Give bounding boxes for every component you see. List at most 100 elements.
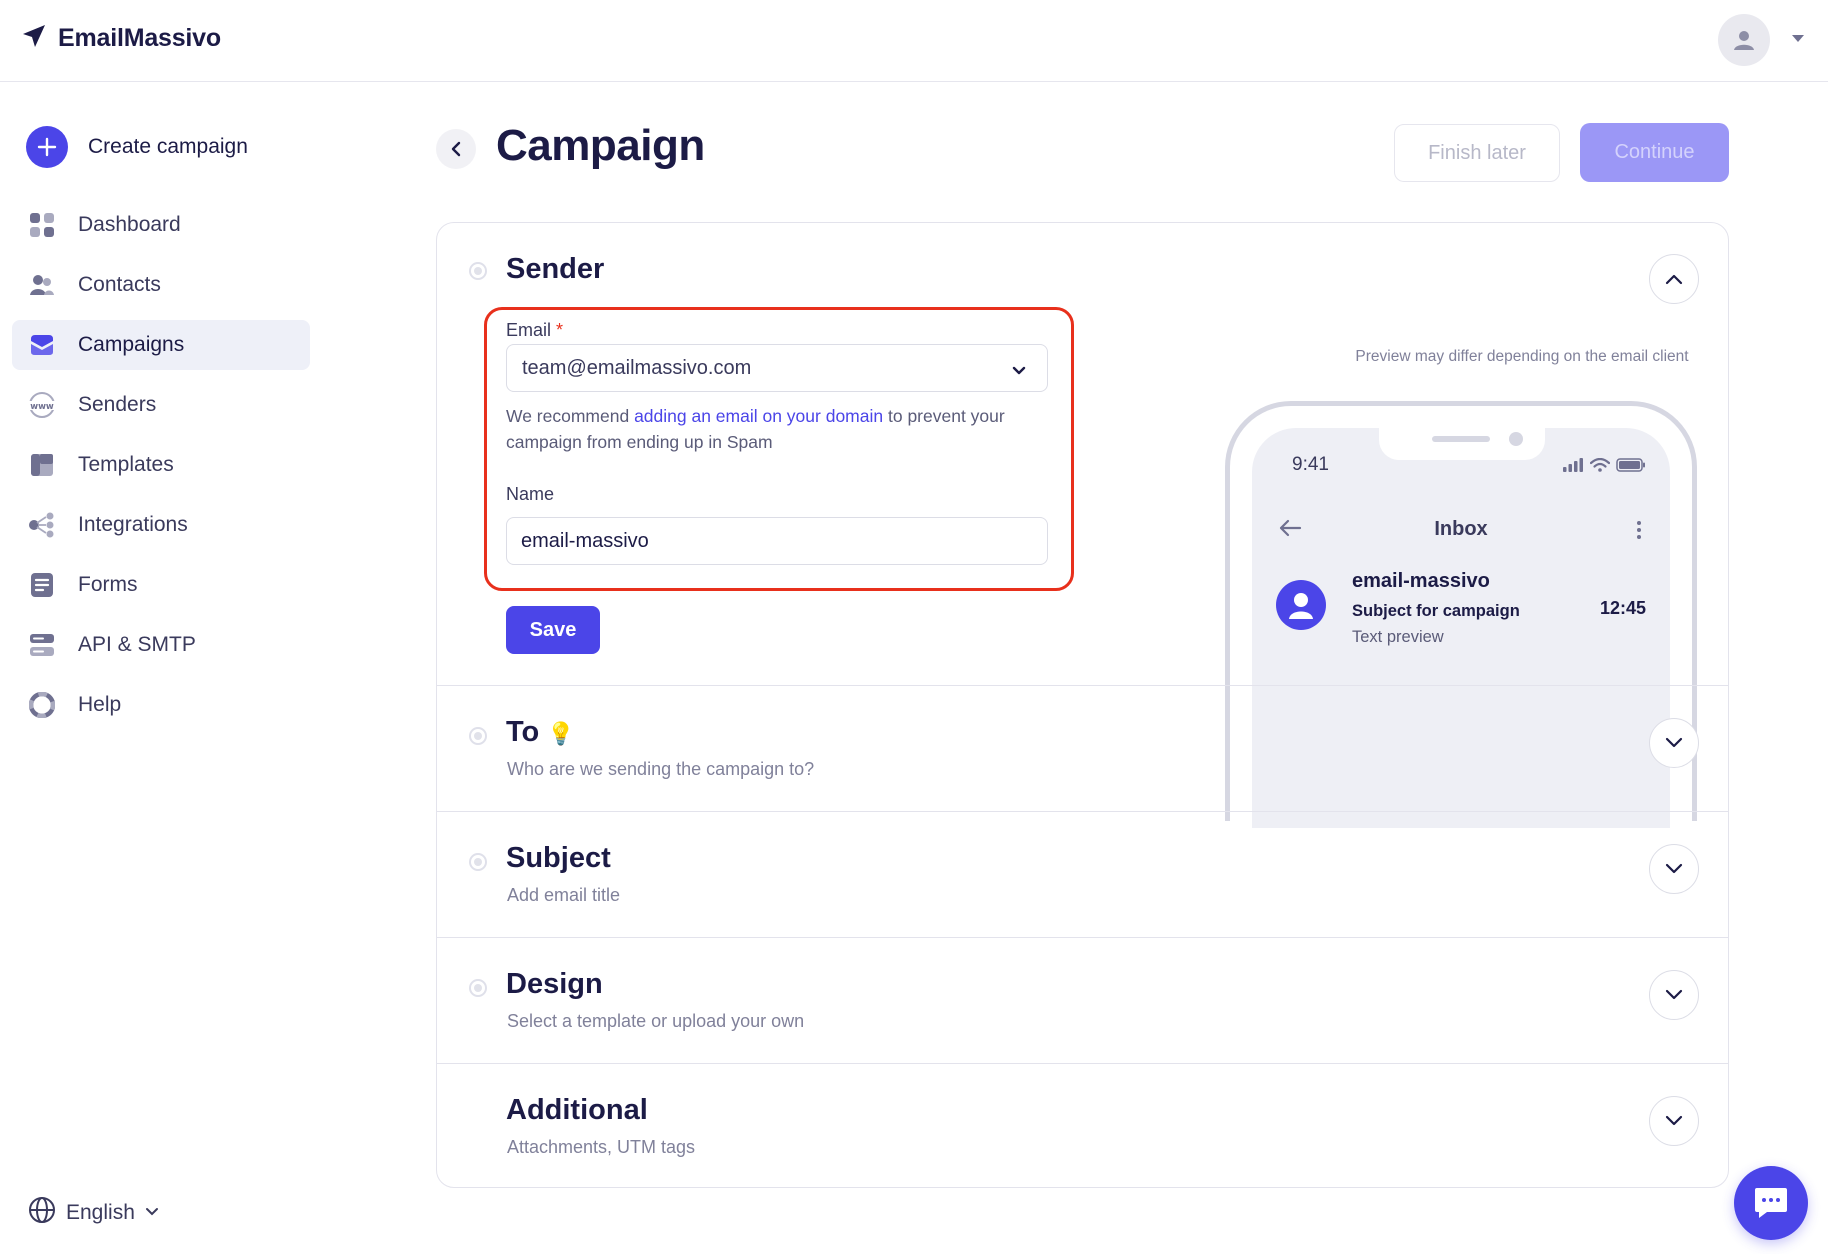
integrations-icon bbox=[28, 511, 56, 539]
wifi-icon bbox=[1590, 458, 1610, 472]
sidebar-item-label: Senders bbox=[78, 393, 157, 416]
save-button[interactable]: Save bbox=[506, 606, 600, 654]
page-title: Campaign bbox=[496, 121, 705, 170]
sidebar-item-api-smtp[interactable]: API & SMTP bbox=[12, 620, 310, 670]
dashboard-icon bbox=[28, 211, 56, 239]
lifebuoy-icon bbox=[28, 691, 56, 719]
chevron-down-icon bbox=[1665, 1115, 1683, 1126]
step-indicator bbox=[469, 262, 487, 280]
language-selector[interactable]: English bbox=[28, 1196, 159, 1229]
name-label: Name bbox=[506, 484, 555, 504]
sidebar-item-label: Integrations bbox=[78, 513, 188, 536]
chevron-down-icon bbox=[1665, 989, 1683, 1000]
sidebar-item-label: API & SMTP bbox=[78, 633, 196, 656]
expand-to-button[interactable] bbox=[1649, 718, 1699, 768]
phone-notch bbox=[1379, 426, 1545, 460]
additional-subtitle: Attachments, UTM tags bbox=[507, 1137, 696, 1157]
mail-from: email-massivo bbox=[1352, 570, 1490, 592]
sidebar-item-dashboard[interactable]: Dashboard bbox=[12, 200, 310, 250]
create-campaign-button[interactable]: Create campaign bbox=[26, 126, 248, 168]
server-icon bbox=[28, 631, 56, 659]
to-title-text: To bbox=[506, 716, 540, 748]
mail-time: 12:45 bbox=[1599, 598, 1646, 618]
chevron-down-icon bbox=[1665, 863, 1683, 874]
lightbulb-icon: 💡 bbox=[547, 721, 575, 746]
design-title: Design bbox=[506, 968, 603, 1000]
campaign-card: Sender Email * team@emailmassivo.com We … bbox=[436, 222, 1729, 1188]
subject-subtitle: Add email title bbox=[507, 885, 621, 905]
sidebar-nav: Dashboard Contacts Campaigns www Senders… bbox=[12, 200, 310, 740]
sidebar-item-integrations[interactable]: Integrations bbox=[12, 500, 310, 550]
chat-icon bbox=[1755, 1188, 1787, 1218]
sidebar-item-contacts[interactable]: Contacts bbox=[12, 260, 310, 310]
chevron-down-icon bbox=[1011, 360, 1027, 383]
www-icon: www bbox=[28, 391, 56, 419]
to-section[interactable]: To 💡 Who are we sending the campaign to? bbox=[437, 685, 1728, 811]
create-campaign-label: Create campaign bbox=[88, 135, 248, 158]
sender-avatar bbox=[1276, 580, 1326, 630]
expand-subject-button[interactable] bbox=[1649, 844, 1699, 894]
forms-icon bbox=[28, 571, 56, 599]
email-select[interactable]: team@emailmassivo.com bbox=[506, 344, 1048, 392]
sidebar-item-help[interactable]: Help bbox=[12, 680, 310, 730]
app-name: EmailMassivo bbox=[58, 24, 221, 52]
templates-icon bbox=[28, 451, 56, 479]
sidebar-item-label: Help bbox=[78, 693, 122, 716]
paper-plane-icon bbox=[22, 24, 46, 53]
name-input[interactable]: email-massivo bbox=[506, 517, 1048, 565]
inbox-title: Inbox bbox=[1434, 518, 1488, 540]
to-subtitle: Who are we sending the campaign to? bbox=[507, 759, 815, 779]
status-icons bbox=[1562, 458, 1646, 472]
required-mark: * bbox=[556, 320, 564, 340]
sender-section: Sender Email * team@emailmassivo.com We … bbox=[437, 223, 1728, 828]
finish-later-button[interactable]: Finish later bbox=[1394, 124, 1560, 182]
chevron-down-icon bbox=[1665, 737, 1683, 748]
collapse-sender-button[interactable] bbox=[1649, 254, 1699, 304]
sidebar-item-label: Campaigns bbox=[78, 333, 185, 356]
to-title: To 💡 bbox=[506, 716, 575, 749]
globe-icon bbox=[28, 1196, 56, 1229]
chat-button[interactable] bbox=[1734, 1166, 1808, 1240]
more-vertical-icon bbox=[1636, 520, 1642, 545]
user-avatar-button[interactable] bbox=[1718, 14, 1770, 66]
sidebar-item-campaigns[interactable]: Campaigns bbox=[12, 320, 310, 370]
domain-help-text: We recommend adding an email on your dom… bbox=[506, 403, 1046, 455]
speaker-icon bbox=[1432, 436, 1490, 442]
help-text-before: We recommend bbox=[506, 406, 635, 426]
add-domain-email-link[interactable]: adding an email on your domain bbox=[634, 406, 883, 426]
app-logo[interactable]: EmailMassivo bbox=[22, 24, 221, 53]
battery-icon bbox=[1616, 458, 1645, 472]
email-select-value: team@emailmassivo.com bbox=[522, 356, 752, 379]
email-label: Email * bbox=[506, 320, 563, 341]
signal-icon bbox=[1563, 458, 1583, 472]
email-label-text: Email bbox=[506, 320, 552, 340]
user-icon bbox=[1289, 593, 1313, 619]
back-button[interactable] bbox=[436, 129, 476, 169]
user-icon bbox=[1734, 31, 1754, 50]
subject-section[interactable]: Subject Add email title bbox=[437, 811, 1728, 937]
step-indicator bbox=[469, 979, 487, 997]
plus-icon bbox=[26, 126, 68, 168]
expand-design-button[interactable] bbox=[1649, 970, 1699, 1020]
chevron-left-icon bbox=[451, 141, 461, 157]
additional-section[interactable]: Additional Attachments, UTM tags bbox=[437, 1063, 1728, 1187]
mail-subject: Subject for campaign bbox=[1352, 602, 1520, 620]
sidebar-item-forms[interactable]: Forms bbox=[12, 560, 310, 610]
mail-preview-text: Text preview bbox=[1352, 628, 1444, 646]
contacts-icon bbox=[28, 271, 56, 299]
language-label: English bbox=[66, 1200, 135, 1224]
continue-button[interactable]: Continue bbox=[1580, 123, 1729, 182]
phone-time: 9:41 bbox=[1292, 454, 1329, 475]
design-section[interactable]: Design Select a template or upload your … bbox=[437, 937, 1728, 1063]
sidebar-item-label: Dashboard bbox=[78, 213, 181, 236]
step-indicator bbox=[469, 853, 487, 871]
expand-additional-button[interactable] bbox=[1649, 1096, 1699, 1146]
sidebar-item-templates[interactable]: Templates bbox=[12, 440, 310, 490]
top-bar: EmailMassivo bbox=[0, 0, 1828, 82]
preview-note: Preview may differ depending on the emai… bbox=[1355, 348, 1689, 365]
caret-down-icon[interactable] bbox=[1792, 30, 1804, 48]
sidebar-item-senders[interactable]: www Senders bbox=[12, 380, 310, 430]
subject-title: Subject bbox=[506, 842, 611, 874]
step-indicator bbox=[469, 727, 487, 745]
camera-icon bbox=[1509, 432, 1523, 446]
